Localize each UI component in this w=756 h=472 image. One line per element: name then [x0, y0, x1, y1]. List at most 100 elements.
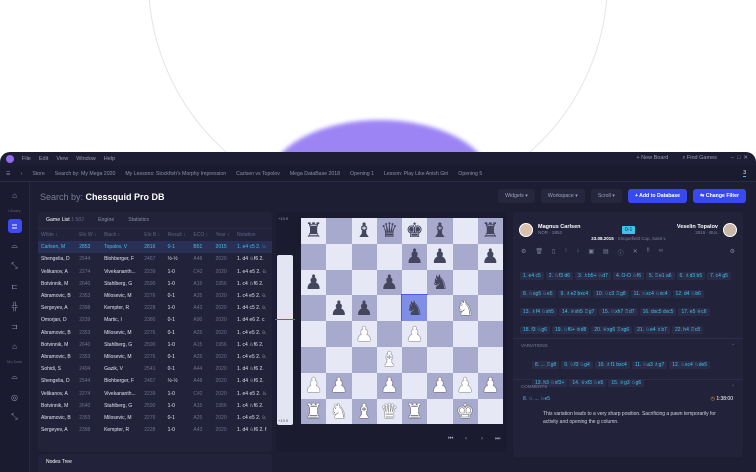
column-header[interactable]: Notation: [234, 229, 272, 241]
black-pawn-icon[interactable]: ♟: [355, 296, 373, 321]
black-pawn-icon[interactable]: ♟: [380, 270, 398, 295]
add-to-database-button[interactable]: + Add to Database: [627, 189, 688, 203]
square-d5[interactable]: [376, 295, 402, 322]
tab-store[interactable]: Store: [32, 171, 44, 177]
square-f3[interactable]: [427, 347, 453, 373]
variation-move[interactable]: 11. ♘a3 ♗g7: [631, 361, 668, 369]
square-d8[interactable]: ♛: [376, 218, 402, 244]
collapse-icon[interactable]: ⌃: [731, 343, 735, 349]
move-chip[interactable]: 16. dxc5 dxc5: [639, 308, 677, 316]
move-chip[interactable]: 2. ♘f3 d6: [545, 272, 573, 280]
square-a5[interactable]: [301, 295, 327, 322]
table-row[interactable]: Sergeyev, A 2398 Kempter, R 2228 1-0 A43 2020 1…: [38, 424, 272, 436]
square-d4[interactable]: [376, 321, 402, 347]
square-h1[interactable]: [477, 398, 503, 425]
table-row[interactable]: Velikanov, A 2274 Vivekananth... 2239 1-0 C42…: [38, 387, 272, 399]
square-c1[interactable]: ♝: [351, 398, 377, 425]
move-chip[interactable]: 21. ♘e4 ♗b7: [634, 326, 670, 334]
arrow-down-icon[interactable]: ↓: [576, 248, 579, 257]
square-f6[interactable]: ♞: [427, 269, 453, 296]
white-bishop-icon[interactable]: ♝: [380, 347, 398, 372]
square-c2[interactable]: [351, 372, 377, 399]
move-chip[interactable]: 11. ♘xc4 ♘xc4: [630, 290, 671, 298]
black-knight-icon[interactable]: ♞: [431, 270, 449, 295]
variation-move[interactable]: 14. ♕xf3 ♘e5: [569, 379, 607, 387]
white-pawn-icon[interactable]: ♟: [305, 373, 323, 398]
course-icon[interactable]: ⌓: [8, 239, 22, 253]
square-h6[interactable]: [477, 269, 503, 296]
move-chip[interactable]: 1. e4 c5: [520, 272, 544, 280]
white-queen-icon[interactable]: ♛: [380, 399, 398, 424]
square-e3[interactable]: [402, 347, 428, 373]
square-c4[interactable]: ♟: [351, 321, 377, 347]
black-pawn-icon[interactable]: ♟: [481, 244, 499, 269]
tab-opening-5[interactable]: Opening 5: [458, 171, 482, 177]
square-d2[interactable]: ♟: [376, 372, 402, 399]
table-row[interactable]: Abramovic, B 2353 Milosevic, M 2276 0-1 A25 20…: [38, 290, 272, 302]
table-row[interactable]: Botvinnik, M 2640 Stahlberg, G 2590 1-0 A15 19…: [38, 400, 272, 412]
square-g8[interactable]: [452, 218, 478, 244]
white-bishop-icon[interactable]: ♝: [355, 399, 373, 424]
square-a1[interactable]: ♜: [301, 398, 327, 425]
square-f7[interactable]: ♟: [427, 243, 453, 270]
white-knight-icon[interactable]: ♞: [456, 296, 474, 321]
move-chip[interactable]: 12. d4 ♘b6: [672, 290, 704, 298]
white-pawn-icon[interactable]: ♟: [355, 322, 373, 347]
variation-move[interactable]: 10. ♗f1 bxc4: [594, 361, 630, 369]
square-e1[interactable]: ♜: [402, 398, 428, 425]
white-pawn-icon[interactable]: ♟: [330, 373, 348, 398]
variation-move[interactable]: 9. ♘f3 ♘g4: [561, 361, 593, 369]
square-a2[interactable]: ♟: [301, 372, 327, 399]
square-g7[interactable]: [452, 243, 478, 270]
tab-mega-database[interactable]: Mega DataBase 2018: [290, 171, 340, 177]
variation-move[interactable]: 12. ♘xc4 ♘de5: [669, 361, 711, 369]
options-icon[interactable]: ⚙: [730, 248, 735, 257]
black-bishop-icon[interactable]: ♝: [355, 218, 373, 243]
window-controls[interactable]: – □ ✕: [731, 155, 748, 162]
square-g2[interactable]: ♟: [452, 372, 478, 399]
clipboard-icon[interactable]: ▯: [552, 248, 555, 257]
square-a6[interactable]: ♟: [301, 269, 327, 296]
last-move-button[interactable]: ⏭: [495, 436, 500, 443]
column-header[interactable]: White ↕: [38, 229, 76, 241]
tab-statistics[interactable]: Statistics: [128, 217, 149, 223]
tab-lesson-giri[interactable]: Lesson: Play Like Anish Giri: [384, 171, 448, 177]
square-h5[interactable]: [477, 295, 503, 322]
move-chip[interactable]: 19. ♘f6+ ♔d8: [551, 326, 590, 334]
black-pawn-icon[interactable]: ♟: [406, 244, 424, 269]
square-h3[interactable]: [477, 347, 503, 373]
store-icon[interactable]: ⌂: [8, 188, 22, 202]
square-e8[interactable]: ♚: [402, 218, 428, 244]
square-d3[interactable]: ♝: [376, 347, 402, 373]
back-icon[interactable]: ‹: [21, 171, 23, 177]
move-chip[interactable]: 17. e5 ♕c6: [678, 308, 710, 316]
square-b8[interactable]: [326, 218, 352, 244]
square-g3[interactable]: [452, 347, 478, 373]
column-header[interactable]: Elo B ↕: [141, 229, 164, 241]
black-rook-icon[interactable]: ♜: [481, 218, 499, 243]
table-row[interactable]: Abramovic, B 2353 Milosevic, M 2276 0-1 A25 20…: [38, 327, 272, 339]
table-row[interactable]: Botvinnik, M 2640 Stahlberg, G 2590 1-0 A15 19…: [38, 278, 272, 290]
square-a7[interactable]: [301, 243, 327, 270]
square-c3[interactable]: [351, 347, 377, 373]
square-b7[interactable]: [326, 243, 352, 270]
tab-opening-1[interactable]: Opening 1: [350, 171, 374, 177]
move-chip[interactable]: 15. ♘xh7 ♖d7: [599, 308, 638, 316]
square-g4[interactable]: [452, 321, 478, 347]
menu-help[interactable]: Help: [104, 156, 115, 162]
menu-file[interactable]: File: [22, 156, 31, 162]
square-h8[interactable]: ♜: [477, 218, 503, 244]
table-row[interactable]: Carlsen, M 2853 Topalov, V 2816 0-1 B51 2015 1.…: [38, 241, 272, 254]
comment-icon[interactable]: ▣: [588, 248, 594, 257]
table-row[interactable]: Sergeyev, A 2398 Kempter, R 2228 1-0 A43 2020 1…: [38, 302, 272, 314]
square-g6[interactable]: [452, 269, 478, 296]
square-h7[interactable]: ♟: [477, 243, 503, 270]
square-b1[interactable]: ♞: [326, 398, 352, 425]
square-a4[interactable]: [301, 321, 327, 347]
table-row[interactable]: Abramovic, B 2353 Milosevic, M 2276 0-1 A25 20…: [38, 351, 272, 363]
square-g1[interactable]: ♚: [452, 398, 478, 425]
table-row[interactable]: Abramovic, B 2353 Milosevic, M 2276 0-1 A25 20…: [38, 412, 272, 424]
menu-window[interactable]: Window: [76, 156, 96, 162]
square-d6[interactable]: ♟: [376, 269, 402, 296]
square-c5[interactable]: ♟: [351, 295, 377, 322]
